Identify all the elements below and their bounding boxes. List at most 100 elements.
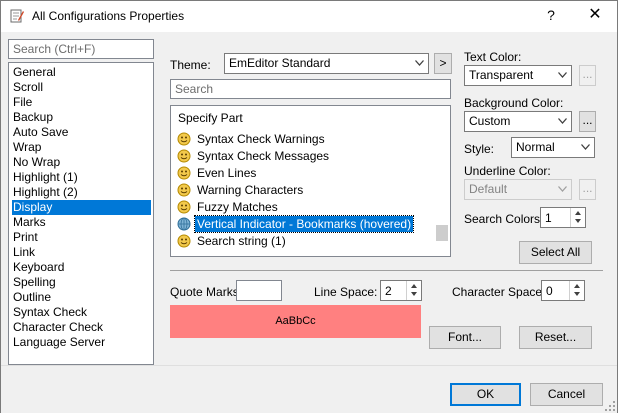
underline-color-picker-label: ...	[582, 181, 593, 195]
resize-grip-icon[interactable]	[604, 400, 616, 412]
category-item[interactable]: Marks	[12, 215, 46, 230]
underline-color-label: Underline Color:	[464, 164, 551, 178]
underline-color-dropdown[interactable]: Default	[464, 179, 572, 200]
part-item-label: Fuzzy Matches	[197, 200, 278, 214]
line-space-spin-buttons[interactable]	[406, 281, 421, 300]
category-item[interactable]: File	[12, 95, 32, 110]
part-item[interactable]: Search string (1)	[177, 233, 437, 249]
smiley-icon	[177, 183, 191, 197]
category-item[interactable]: Highlight (2)	[12, 185, 78, 200]
properties-dialog: All Configurations Properties ? ✕ Search…	[0, 0, 618, 413]
category-item[interactable]: Character Check	[12, 320, 103, 335]
theme-label: Theme:	[170, 58, 211, 72]
smiley-icon	[177, 200, 191, 214]
line-space-label: Line Space:	[314, 285, 378, 299]
category-item[interactable]: Display	[12, 200, 151, 215]
style-dropdown[interactable]: Normal	[511, 137, 595, 158]
select-all-button[interactable]: Select All	[519, 241, 592, 264]
select-all-label: Select All	[530, 245, 581, 259]
chevron-down-icon	[581, 144, 590, 150]
part-item-label: Syntax Check Messages	[197, 149, 330, 163]
search-colors-spin-buttons[interactable]	[570, 208, 585, 227]
chevron-down-icon	[558, 118, 567, 124]
title-bar: All Configurations Properties ? ✕	[1, 1, 617, 32]
part-item[interactable]: Fuzzy Matches	[177, 199, 437, 215]
text-color-picker-button[interactable]: ...	[579, 65, 596, 86]
theme-next-button[interactable]: >	[434, 53, 452, 74]
theme-next-label: >	[439, 56, 447, 70]
chevron-down-icon	[558, 186, 567, 192]
part-item-label: Syntax Check Warnings	[197, 132, 325, 146]
part-list[interactable]: Specify Part Syntax Check Warnings Syntax…	[170, 105, 451, 257]
font-button-label: Font...	[447, 330, 482, 344]
category-item[interactable]: Scroll	[12, 80, 43, 95]
background-color-picker-button[interactable]: ...	[579, 111, 596, 132]
chevron-down-icon	[415, 60, 424, 66]
background-color-picker-label: ...	[582, 113, 593, 127]
category-item[interactable]: Syntax Check	[12, 305, 87, 320]
part-item-label: Even Lines	[197, 166, 257, 180]
character-space-label: Character Space:	[452, 285, 546, 299]
help-button[interactable]: ?	[541, 7, 561, 23]
part-item[interactable]: Syntax Check Warnings	[177, 131, 437, 147]
reset-button-label: Reset...	[534, 330, 577, 344]
category-item[interactable]: Auto Save	[12, 125, 68, 140]
emeditor-app-icon	[10, 9, 24, 23]
text-color-label: Text Color:	[464, 50, 522, 64]
category-search-placeholder: Search (Ctrl+F)	[13, 42, 96, 56]
part-item-label: Search string (1)	[197, 234, 286, 248]
background-color-value: Custom	[469, 114, 511, 128]
quote-marks-label: Quote Marks	[170, 285, 239, 299]
category-item[interactable]: No Wrap	[12, 155, 60, 170]
theme-dropdown[interactable]: EmEditor Standard	[224, 53, 429, 74]
smiley-icon	[177, 149, 191, 163]
category-item[interactable]: Backup	[12, 110, 53, 125]
line-space-spinner[interactable]: 2	[380, 280, 422, 301]
category-item[interactable]: Highlight (1)	[12, 170, 78, 185]
part-item[interactable]: Warning Characters	[177, 182, 437, 198]
category-item[interactable]: Print	[12, 230, 38, 245]
category-item[interactable]: Wrap	[12, 140, 41, 155]
dialog-footer	[1, 365, 617, 413]
reset-button[interactable]: Reset...	[519, 326, 592, 349]
part-item[interactable]: Even Lines	[177, 165, 437, 181]
search-colors-value: 1	[545, 211, 552, 225]
text-color-dropdown[interactable]: Transparent	[464, 65, 572, 86]
part-list-header: Specify Part	[178, 111, 243, 125]
part-item[interactable]: Syntax Check Messages	[177, 148, 437, 164]
cancel-button[interactable]: Cancel	[530, 383, 603, 406]
search-colors-spinner[interactable]: 1	[540, 207, 586, 228]
character-space-spinner[interactable]: 0	[541, 280, 585, 301]
underline-color-value: Default	[469, 182, 508, 196]
smiley-icon	[177, 132, 191, 146]
ok-button-label: OK	[476, 387, 495, 401]
category-item[interactable]: Spelling	[12, 275, 56, 290]
background-color-dropdown[interactable]: Custom	[464, 111, 572, 132]
ok-button[interactable]: OK	[450, 383, 521, 406]
part-search-placeholder: Search	[175, 82, 214, 96]
text-color-value: Transparent	[469, 68, 534, 82]
category-search-input[interactable]: Search (Ctrl+F)	[8, 39, 154, 59]
style-value: Normal	[516, 140, 555, 154]
part-item[interactable]: Vertical Indicator - Bookmarks (hovered)	[177, 215, 437, 233]
category-item[interactable]: General	[12, 65, 56, 80]
smiley-icon	[177, 166, 191, 180]
smiley-icon	[177, 234, 191, 248]
window-title: All Configurations Properties	[32, 9, 185, 23]
category-list[interactable]: General Scroll File Backup Auto Save Wrap No W…	[8, 62, 154, 365]
category-item[interactable]: Language Server	[12, 335, 105, 350]
category-item[interactable]: Link	[12, 245, 35, 260]
character-space-spin-buttons[interactable]	[569, 281, 584, 300]
part-item-label: Warning Characters	[197, 183, 304, 197]
category-item[interactable]: Keyboard	[12, 260, 64, 275]
part-item-label: Vertical Indicator - Bookmarks (hovered)	[193, 215, 415, 233]
underline-color-picker-button[interactable]: ...	[579, 179, 596, 200]
text-color-picker-label: ...	[582, 67, 593, 81]
cancel-button-label: Cancel	[547, 387, 586, 401]
close-button[interactable]: ✕	[583, 4, 607, 24]
part-search-input[interactable]: Search	[170, 79, 451, 99]
category-item[interactable]: Outline	[12, 290, 51, 305]
font-button[interactable]: Font...	[429, 326, 501, 349]
part-list-scrollbar-thumb[interactable]	[436, 225, 448, 241]
quote-marks-input[interactable]	[236, 280, 282, 301]
